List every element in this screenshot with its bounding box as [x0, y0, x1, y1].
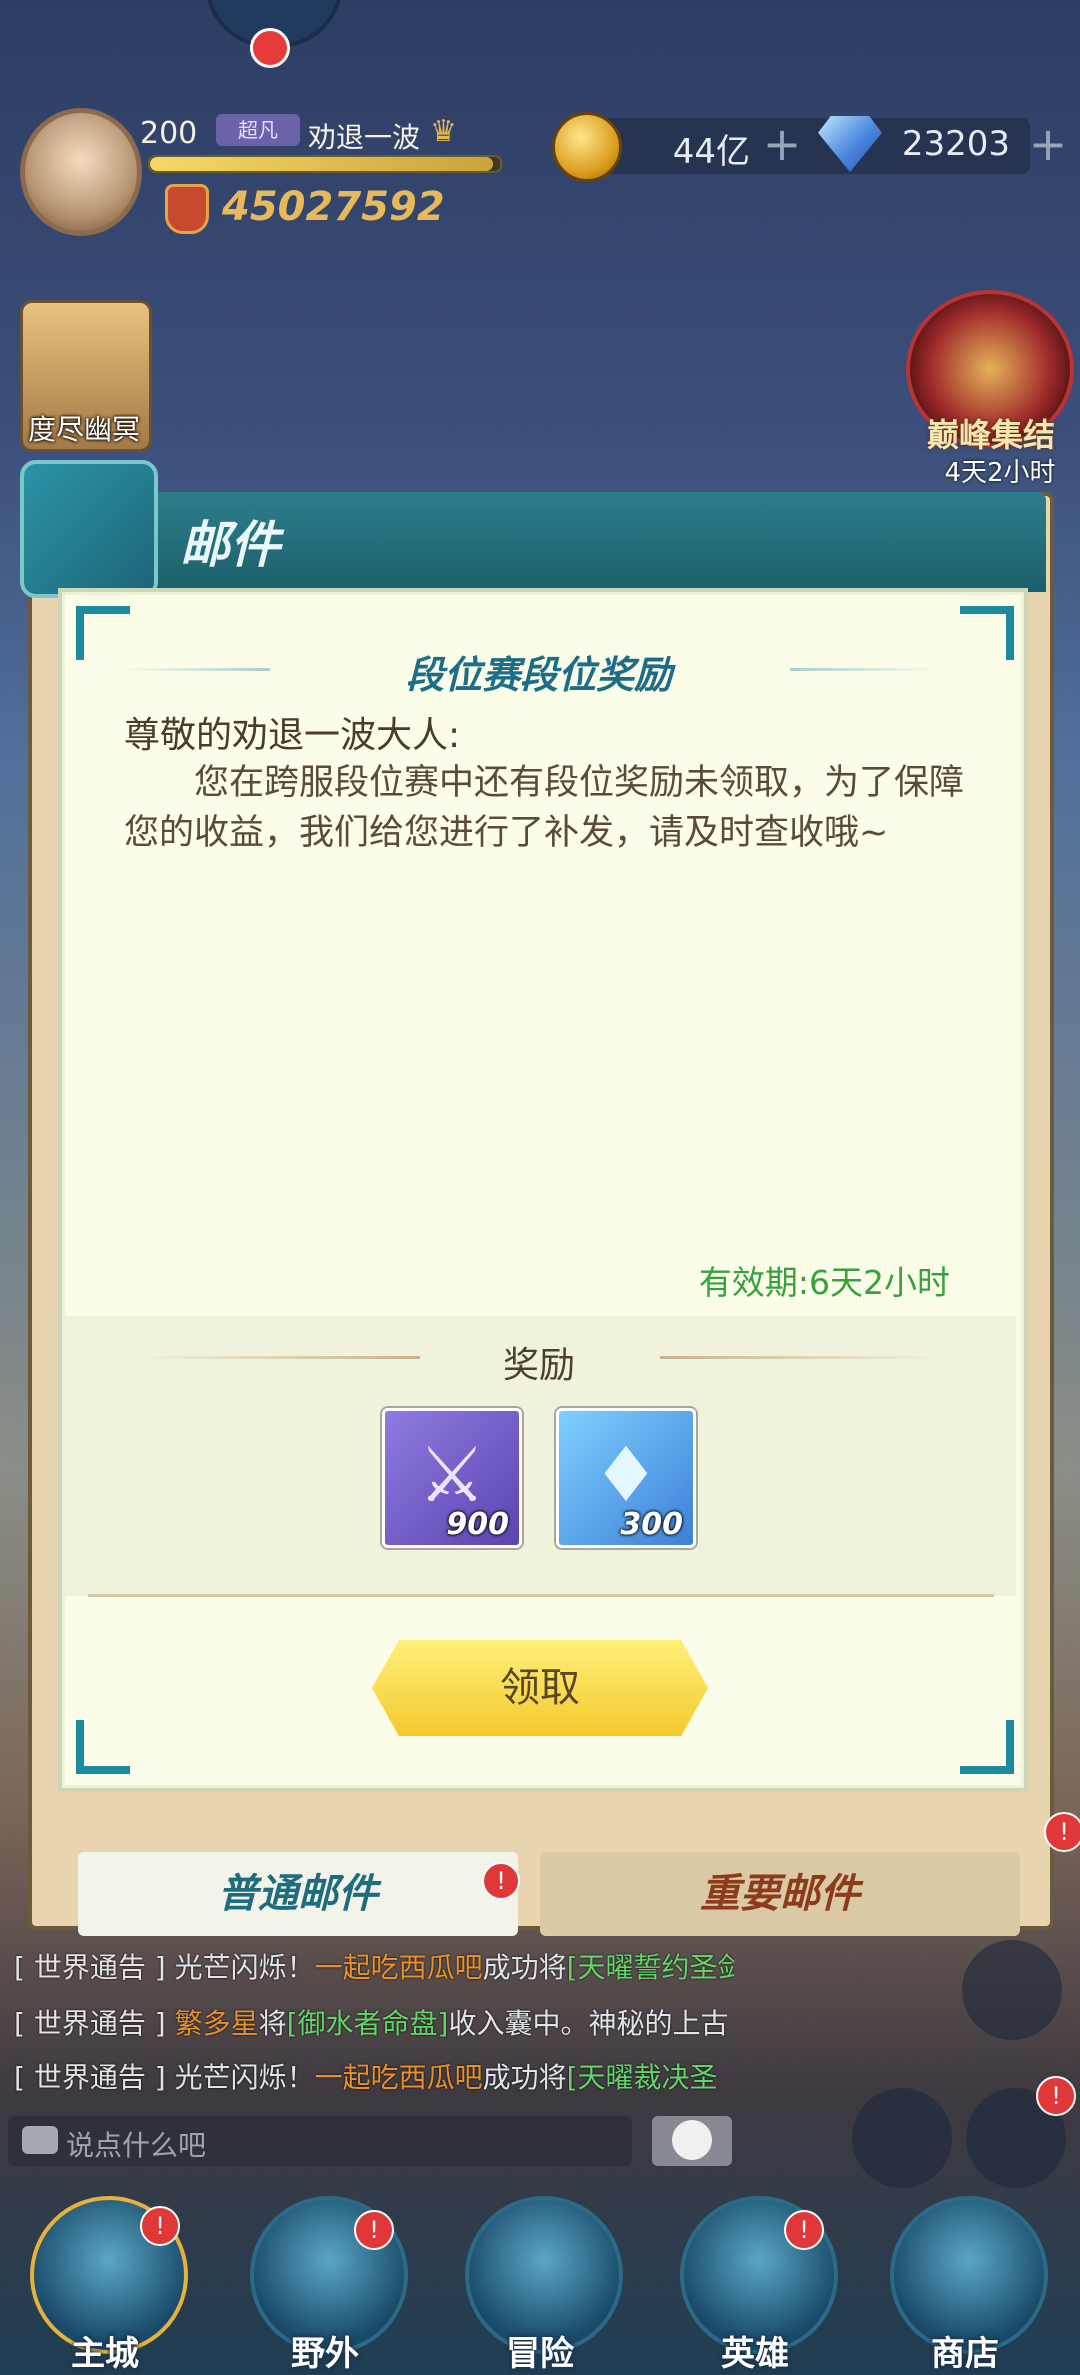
nav-badge: ! [784, 2210, 824, 2250]
player-name: 劝退一波 [308, 121, 421, 154]
nav-wild[interactable]: 野外 ! [250, 2196, 408, 2375]
xp-bar [148, 155, 502, 173]
chat-player-name[interactable]: 一起吃西瓜吧 [315, 2061, 483, 2094]
backpack-badge: ! [1036, 2076, 1076, 2116]
chat-player-name[interactable]: 一起吃西瓜吧 [315, 1951, 483, 1984]
gold-coin-icon [552, 112, 622, 182]
event-timer: 4天2小时 [944, 458, 1056, 488]
chat-text: 光芒闪烁！ [174, 2061, 315, 2094]
chat-player-name[interactable]: 繁多星 [175, 2007, 259, 2040]
nav-label: 主城 [71, 2334, 139, 2374]
mail-subject: 段位赛段位奖励 [405, 653, 672, 697]
reward-item-sword-badge[interactable]: ⚔ 900 [382, 1408, 522, 1548]
nav-label: 冒险 [506, 2334, 574, 2374]
corner-decoration [960, 1720, 1014, 1774]
xp-bar-fill [150, 157, 493, 171]
emoji-icon [672, 2120, 712, 2160]
tab-normal-badge: ! [482, 1862, 520, 1900]
leaderboard-icon[interactable] [852, 2088, 952, 2188]
reward-quantity: 900 [446, 1507, 509, 1542]
tab-normal-mail[interactable]: 普通邮件 [78, 1852, 518, 1936]
nav-main-city[interactable]: 主城 ! [30, 2196, 188, 2375]
mail-expiry: 有效期:6天2小时 [698, 1263, 950, 1302]
chat-text: 收入囊中。神秘的上古 [448, 2007, 729, 2040]
nav-badge: ! [354, 2210, 394, 2250]
reward-item-diamond[interactable]: ♦ 300 [556, 1408, 696, 1548]
power-value: 45027592 [222, 184, 445, 230]
chat-tag: [ 世界通告 ] [14, 2061, 166, 2094]
chat-input-placeholder: 说点什么吧 [66, 2129, 207, 2162]
mail-body: 您在跨服段位赛中还有段位奖励未领取，为了保障您的收益，我们给您进行了补发，请及时… [124, 763, 965, 853]
mail-greeting: 尊敬的劝退一波大人: [124, 715, 461, 756]
nav-heroes[interactable]: 英雄 ! [680, 2196, 838, 2375]
chat-line[interactable]: [ 世界通告 ] 繁多星将[御水者命盘]收入囊中。神秘的上古 [14, 2002, 734, 2042]
chat-tag: [ 世界通告 ] [14, 1951, 166, 1984]
hero-card-name: 度尽幽冥 [27, 413, 140, 446]
player-avatar[interactable] [20, 108, 142, 236]
chat-text: 成功将 [482, 1951, 567, 1984]
nav-badge: ! [140, 2206, 180, 2246]
diamond-value: 23203 [901, 124, 1010, 164]
add-gold-button[interactable]: + [760, 121, 804, 168]
nav-label: 野外 [291, 2334, 359, 2374]
chat-text: 光芒闪烁！ [174, 1951, 315, 1984]
chat-item-link[interactable]: [天曜裁决圣 [567, 2061, 718, 2094]
mail-window-title: 邮件 [180, 516, 280, 574]
event-label: 巅峰集结 [926, 416, 1055, 454]
side-alert-badge: ! [1044, 1812, 1080, 1852]
chat-text: 将 [258, 2007, 287, 2040]
chat-text: 成功将 [482, 2061, 567, 2094]
friends-icon[interactable] [962, 1940, 1062, 2040]
chat-item-link[interactable]: [天曜誓约圣剑] [567, 1951, 734, 1984]
notification-dot [250, 28, 290, 68]
mail-envelope-icon [20, 460, 158, 598]
chat-tag: [ 世界通告 ] [14, 2007, 166, 2040]
chat-bubble-icon [22, 2126, 58, 2154]
gold-value: 44亿 [672, 132, 750, 172]
divider [88, 1594, 994, 1597]
reward-title: 奖励 [502, 1345, 575, 1386]
nav-label: 商店 [931, 2334, 999, 2374]
add-diamond-button[interactable]: + [1026, 121, 1070, 168]
crown-icon: ♛ [430, 114, 457, 149]
chat-item-link[interactable]: [御水者命盘] [287, 2007, 449, 2040]
chat-line[interactable]: [ 世界通告 ] 光芒闪烁！一起吃西瓜吧成功将[天曜誓约圣剑]升 [14, 1946, 734, 1986]
player-level: 200 [140, 116, 198, 151]
nav-label: 英雄 [721, 2334, 789, 2374]
nav-adventure[interactable]: 冒险 [465, 2196, 623, 2375]
nav-shop[interactable]: 商店 [890, 2196, 1048, 2375]
corner-decoration [76, 1720, 130, 1774]
tab-important-mail[interactable]: 重要邮件 [540, 1852, 1020, 1936]
rank-badge: 超凡 [216, 114, 300, 146]
reward-quantity: 300 [620, 1507, 683, 1542]
claim-button-label[interactable]: 领取 [372, 1640, 708, 1736]
power-shield-icon [165, 184, 209, 234]
chat-line[interactable]: [ 世界通告 ] 光芒闪烁！一起吃西瓜吧成功将[天曜裁决圣 [14, 2056, 734, 2096]
